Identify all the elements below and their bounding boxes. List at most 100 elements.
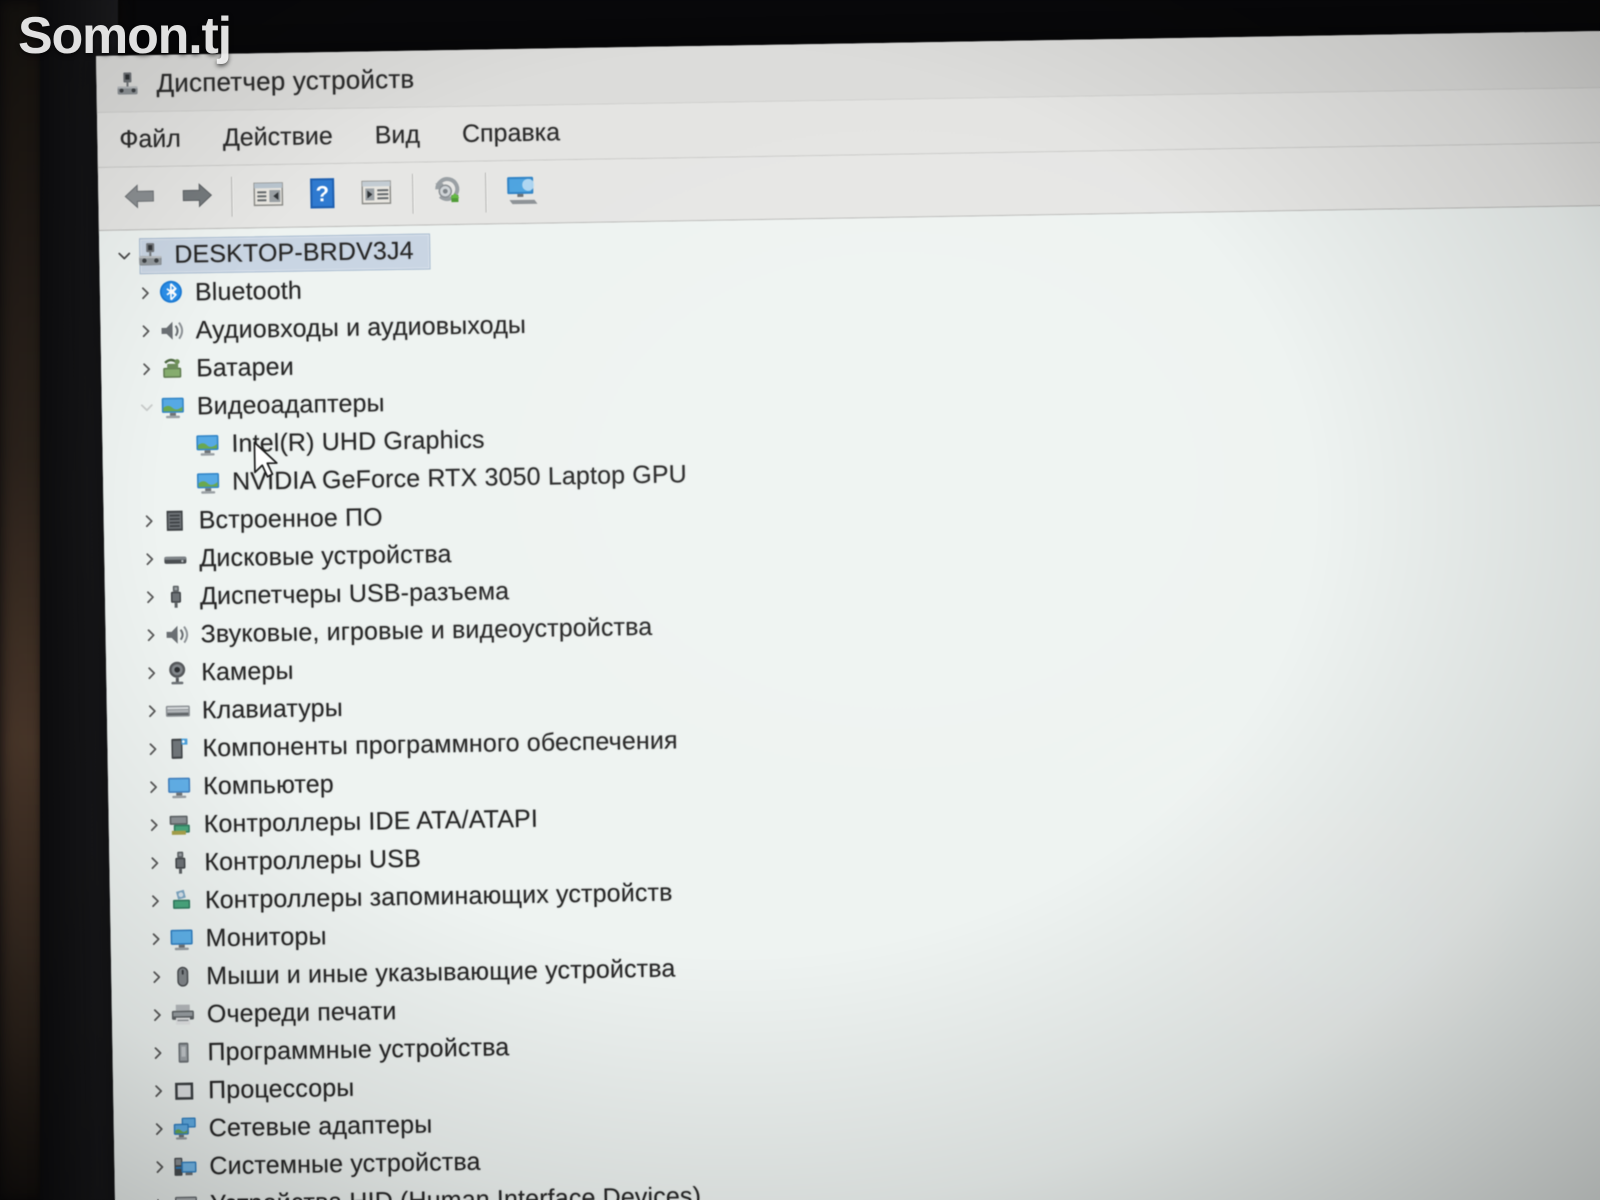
bluetooth-icon — [156, 278, 186, 308]
toolbar-back[interactable] — [114, 174, 169, 223]
tree-item-label: Контроллеры USB — [204, 844, 422, 876]
chevron-right-icon[interactable] — [144, 882, 167, 920]
hid-device-icon — [171, 1189, 201, 1200]
battery-icon — [157, 354, 187, 384]
device-tree[interactable]: DESKTOP-BRDV3J4 Bluetooth Аудиовходы и а… — [98, 205, 1600, 1200]
chevron-right-icon[interactable] — [141, 730, 164, 768]
chevron-right-icon[interactable] — [134, 274, 157, 312]
chevron-right-icon[interactable] — [145, 958, 168, 996]
software-component-icon — [163, 733, 193, 763]
help-question-icon: ? — [307, 177, 338, 214]
chevron-right-icon[interactable] — [139, 616, 162, 654]
tree-item-label: Компьютер — [202, 769, 335, 800]
tree-item-label: Компоненты программного обеспечения — [202, 725, 678, 762]
chevron-right-icon[interactable] — [140, 654, 163, 692]
chevron-right-icon[interactable] — [139, 578, 162, 616]
usb-connector-icon — [165, 847, 195, 877]
chevron-right-icon[interactable] — [134, 312, 157, 350]
computer-root-icon — [135, 240, 165, 270]
toolbar-properties[interactable] — [241, 172, 296, 221]
keyboard-icon — [163, 695, 193, 725]
tree-root-label: DESKTOP-BRDV3J4 — [174, 236, 414, 269]
chevron-right-icon[interactable] — [144, 920, 167, 958]
mouse-icon — [167, 961, 197, 991]
menu-file[interactable]: Файл — [119, 124, 181, 154]
tree-item-label: Видеоадаптеры — [196, 388, 385, 420]
speaker-icon — [156, 316, 186, 346]
tree-item-label: Звуковые, игровые и видеоустройства — [200, 612, 653, 648]
menu-action[interactable]: Действие — [223, 122, 333, 153]
device-manager-icon — [114, 70, 140, 96]
chevron-right-icon[interactable] — [149, 1186, 172, 1200]
speaker-icon — [161, 619, 191, 649]
tree-item-label: Аудиовходы и аудиовыходы — [195, 310, 527, 344]
tree-item-label: Bluetooth — [194, 276, 303, 306]
device-manager-window-wrapper: Диспетчер устройств Файл Действие Вид Сп… — [96, 30, 1600, 1200]
software-device-icon — [168, 1037, 198, 1067]
computer-icon — [164, 771, 194, 801]
tree-item-label: Программные устройства — [207, 1032, 510, 1066]
forward-arrow-icon — [177, 180, 214, 216]
display-adapter-icon — [158, 392, 188, 422]
display-adapter-icon — [193, 467, 223, 497]
chevron-placeholder — [171, 463, 194, 501]
chevron-right-icon[interactable] — [141, 692, 164, 730]
scan-hardware-changes-icon — [503, 173, 542, 211]
chevron-right-icon[interactable] — [142, 806, 165, 844]
toolbar-help[interactable]: ? — [295, 171, 350, 220]
chevron-right-icon[interactable] — [138, 540, 161, 578]
show-hidden-devices-icon — [358, 177, 395, 213]
chevron-down-icon[interactable] — [136, 388, 159, 426]
window-title: Диспетчер устройств — [156, 63, 415, 98]
tree-item-label: Батареи — [195, 352, 295, 382]
tree-item-label: Intel(R) UHD Graphics — [231, 425, 485, 458]
storage-controller-icon — [166, 885, 196, 915]
tree-item-label: Клавиатуры — [201, 693, 344, 724]
processor-icon — [169, 1075, 199, 1105]
toolbar-separator — [411, 173, 414, 214]
toolbar-separator — [484, 172, 487, 213]
chevron-right-icon[interactable] — [146, 996, 169, 1034]
chevron-right-icon[interactable] — [148, 1148, 171, 1186]
tree-item-label: Контроллеры IDE ATA/ATAPI — [203, 804, 539, 838]
monitor-icon — [166, 923, 196, 953]
chevron-right-icon[interactable] — [146, 1034, 169, 1072]
chevron-placeholder — [170, 425, 193, 463]
tree-item-label: Системные устройства — [209, 1147, 481, 1180]
chevron-down-icon[interactable] — [113, 236, 136, 274]
menu-help[interactable]: Справка — [462, 118, 561, 149]
chevron-right-icon[interactable] — [147, 1110, 170, 1148]
tree-item-label: Диспетчеры USB-разъема — [199, 576, 510, 610]
tree-item-label: Контроллеры запоминающих устройств — [204, 878, 673, 914]
chevron-right-icon[interactable] — [135, 350, 158, 388]
display-adapter-icon — [192, 429, 222, 459]
device-manager-window: Диспетчер устройств Файл Действие Вид Сп… — [96, 30, 1600, 1200]
printer-icon — [168, 999, 198, 1029]
ide-controller-icon — [165, 809, 195, 839]
chevron-right-icon[interactable] — [143, 844, 166, 882]
chevron-right-icon[interactable] — [147, 1072, 170, 1110]
tree-item-label: Мониторы — [205, 921, 327, 952]
toolbar-scan-hardware[interactable] — [495, 168, 550, 217]
tree-item-label: NVIDIA GeForce RTX 3050 Laptop GPU — [231, 459, 688, 496]
menu-view[interactable]: Вид — [374, 120, 420, 150]
tree-item-label: Мыши и иные указывающие устройства — [206, 954, 676, 990]
svg-text:?: ? — [315, 181, 329, 206]
toolbar-show-hidden[interactable] — [349, 170, 404, 219]
tree-item-label: Очереди печати — [206, 996, 397, 1028]
chevron-right-icon[interactable] — [142, 768, 165, 806]
toolbar-separator — [231, 176, 233, 217]
disk-drive-icon — [160, 544, 190, 574]
chevron-right-icon[interactable] — [137, 502, 160, 540]
tree-item-label: Сетевые адаптеры — [208, 1110, 433, 1142]
toolbar-update-driver[interactable] — [422, 169, 477, 218]
toolbar-forward[interactable] — [168, 173, 223, 222]
back-arrow-icon — [123, 180, 160, 216]
system-device-icon — [170, 1151, 200, 1181]
properties-icon — [250, 178, 287, 214]
tree-item-label: Устройства HID (Human Interface Devices) — [209, 1181, 702, 1200]
tree-item-label: Встроенное ПО — [198, 502, 383, 534]
tree-item-label: Дисковые устройства — [199, 539, 452, 572]
tree-item-label: Процессоры — [207, 1073, 355, 1104]
network-adapter-icon — [170, 1113, 200, 1143]
